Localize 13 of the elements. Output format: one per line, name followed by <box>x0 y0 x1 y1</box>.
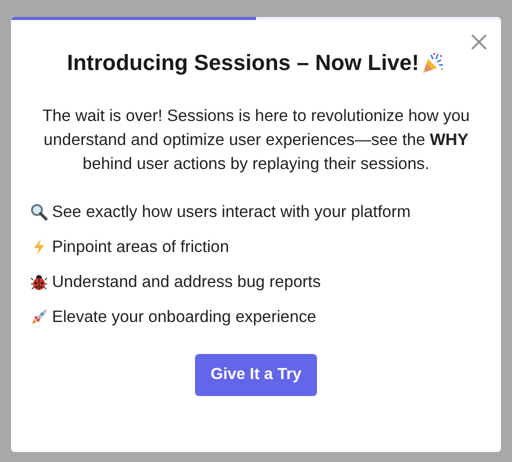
dialog-title: Introducing Sessions – Now Live! <box>66 49 420 77</box>
description: The wait is over! Sessions is here to revolutionize how you understand and optimize user experiences—see the WHY behind user actions by replaying their sessions. <box>41 106 471 175</box>
magnifier-icon <box>30 203 48 221</box>
close-icon <box>470 33 488 51</box>
feature-text: Elevate your onboarding experience <box>52 306 316 328</box>
try-button[interactable]: Give It a Try <box>194 354 318 396</box>
rocket-icon <box>30 308 48 326</box>
feature-text: Understand and address bug reports <box>52 272 321 293</box>
feature-text: Pinpoint areas of friction <box>52 236 230 258</box>
feature-text: See exactly how users interact with your platform <box>52 202 411 223</box>
ladybug-icon <box>30 273 48 291</box>
close-button[interactable] <box>469 32 489 52</box>
party-popper-icon <box>421 50 446 74</box>
